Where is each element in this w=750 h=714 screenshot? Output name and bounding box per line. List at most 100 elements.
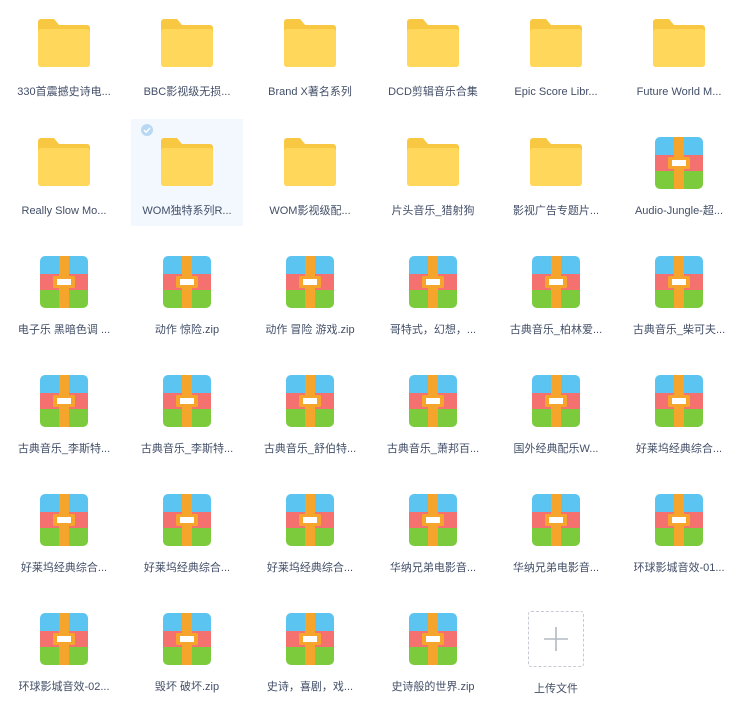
zip-file-item[interactable]: 环球影城音效-02...	[8, 595, 120, 702]
item-label: Brand X著名系列	[268, 86, 352, 98]
zip-archive-icon	[131, 256, 243, 308]
file-grid: 330首震撼史诗电... BBC影视级无损... Brand X著名系列 DCD剪辑音…	[8, 0, 735, 714]
zip-archive-icon	[254, 494, 366, 546]
item-label: 动作 惊险.zip	[154, 324, 220, 336]
zip-file-item[interactable]: 好莱坞经典综合...	[623, 357, 735, 464]
zip-file-item[interactable]: Audio-Jungle-超...	[623, 119, 735, 226]
folder-icon	[377, 137, 489, 189]
folder-item[interactable]: 片头音乐_猎射狗	[377, 119, 489, 226]
zip-archive-icon	[131, 375, 243, 427]
zip-archive-icon	[377, 494, 489, 546]
folder-icon	[500, 18, 612, 70]
folder-icon	[8, 18, 120, 70]
zip-archive-icon	[623, 494, 735, 546]
zip-file-item[interactable]: 电子乐 黑暗色调 ...	[8, 238, 120, 345]
zip-file-item[interactable]: 古典音乐_柴可夫...	[623, 238, 735, 345]
zip-file-item[interactable]: 史诗般的世界.zip	[377, 595, 489, 702]
item-label: 环球影城音效-02...	[18, 681, 110, 693]
zip-archive-icon	[623, 256, 735, 308]
item-label: 古典音乐_李斯特...	[17, 443, 111, 455]
folder-item[interactable]: WOM独特系列R...	[131, 119, 243, 226]
item-label: 上传文件	[534, 683, 578, 695]
folder-icon	[254, 137, 366, 189]
item-label: Audio-Jungle-超...	[634, 205, 724, 217]
zip-file-item[interactable]: 华纳兄弟电影音...	[500, 476, 612, 583]
zip-file-item[interactable]: 古典音乐_萧邦百...	[377, 357, 489, 464]
zip-archive-icon	[377, 375, 489, 427]
zip-file-item[interactable]: 国外经典配乐W...	[500, 357, 612, 464]
zip-archive-icon	[8, 375, 120, 427]
zip-archive-icon	[377, 256, 489, 308]
folder-icon	[500, 137, 612, 189]
item-label: WOM影视级配...	[269, 205, 351, 217]
item-label: Really Slow Mo...	[21, 205, 107, 217]
item-label: 好莱坞经典综合...	[20, 562, 108, 574]
zip-file-item[interactable]: 古典音乐_舒伯特...	[254, 357, 366, 464]
item-label: DCD剪辑音乐合集	[388, 86, 478, 98]
folder-icon	[377, 18, 489, 70]
item-label: 国外经典配乐W...	[513, 443, 599, 455]
folder-item[interactable]: Epic Score Libr...	[500, 0, 612, 107]
item-label: 环球影城音效-01...	[633, 562, 725, 574]
folder-icon	[8, 137, 120, 189]
folder-item[interactable]: Really Slow Mo...	[8, 119, 120, 226]
folder-icon	[254, 18, 366, 70]
folder-item[interactable]: BBC影视级无损...	[131, 0, 243, 107]
folder-icon	[131, 18, 243, 70]
zip-file-item[interactable]: 史诗，喜剧，戏...	[254, 595, 366, 702]
zip-archive-icon	[254, 613, 366, 665]
zip-archive-icon	[8, 613, 120, 665]
zip-file-item[interactable]: 好莱坞经典综合...	[8, 476, 120, 583]
zip-archive-icon	[623, 375, 735, 427]
zip-archive-icon	[131, 494, 243, 546]
zip-archive-icon	[377, 613, 489, 665]
zip-file-item[interactable]: 好莱坞经典综合...	[254, 476, 366, 583]
selected-check-icon[interactable]	[141, 124, 153, 136]
item-label: 影视广告专题片...	[512, 205, 600, 217]
item-label: 电子乐 黑暗色调 ...	[17, 324, 111, 336]
zip-archive-icon	[8, 494, 120, 546]
zip-file-item[interactable]: 动作 惊险.zip	[131, 238, 243, 345]
item-label: 好莱坞经典综合...	[266, 562, 354, 574]
zip-file-item[interactable]: 古典音乐_柏林爱...	[500, 238, 612, 345]
zip-file-item[interactable]: 哥特式，幻想，...	[377, 238, 489, 345]
zip-archive-icon	[623, 137, 735, 189]
item-label: 史诗般的世界.zip	[391, 681, 475, 693]
item-label: 好莱坞经典综合...	[143, 562, 231, 574]
zip-file-item[interactable]: 华纳兄弟电影音...	[377, 476, 489, 583]
zip-file-item[interactable]: 古典音乐_李斯特...	[131, 357, 243, 464]
zip-file-item[interactable]: 环球影城音效-01...	[623, 476, 735, 583]
zip-archive-icon	[254, 256, 366, 308]
item-label: 华纳兄弟电影音...	[389, 562, 477, 574]
zip-file-item[interactable]: 动作 冒险 游戏.zip	[254, 238, 366, 345]
folder-item[interactable]: 影视广告专题片...	[500, 119, 612, 226]
zip-file-item[interactable]: 好莱坞经典综合...	[131, 476, 243, 583]
folder-icon	[623, 18, 735, 70]
zip-file-item[interactable]: 古典音乐_李斯特...	[8, 357, 120, 464]
folder-item[interactable]: Brand X著名系列	[254, 0, 366, 107]
item-label: 哥特式，幻想，...	[389, 324, 477, 336]
item-label: 好莱坞经典综合...	[635, 443, 723, 455]
item-label: 古典音乐_柴可夫...	[632, 324, 726, 336]
item-label: 动作 冒险 游戏.zip	[265, 324, 355, 336]
zip-archive-icon	[131, 613, 243, 665]
item-label: 330首震撼史诗电...	[17, 86, 111, 98]
zip-archive-icon	[254, 375, 366, 427]
upload-plus-icon[interactable]	[528, 611, 584, 667]
folder-icon	[131, 137, 243, 189]
folder-item[interactable]: DCD剪辑音乐合集	[377, 0, 489, 107]
item-label: 古典音乐_李斯特...	[140, 443, 234, 455]
item-label: 片头音乐_猎射狗	[391, 205, 475, 217]
folder-item[interactable]: 330首震撼史诗电...	[8, 0, 120, 107]
item-label: 华纳兄弟电影音...	[512, 562, 600, 574]
zip-archive-icon	[500, 256, 612, 308]
upload-file-button[interactable]: 上传文件	[500, 595, 612, 702]
zip-archive-icon	[8, 256, 120, 308]
zip-archive-icon	[500, 375, 612, 427]
folder-item[interactable]: Future World M...	[623, 0, 735, 107]
item-label: 史诗，喜剧，戏...	[266, 681, 354, 693]
item-label: 古典音乐_舒伯特...	[263, 443, 357, 455]
item-label: 古典音乐_萧邦百...	[386, 443, 480, 455]
folder-item[interactable]: WOM影视级配...	[254, 119, 366, 226]
zip-file-item[interactable]: 毁坏 破坏.zip	[131, 595, 243, 702]
